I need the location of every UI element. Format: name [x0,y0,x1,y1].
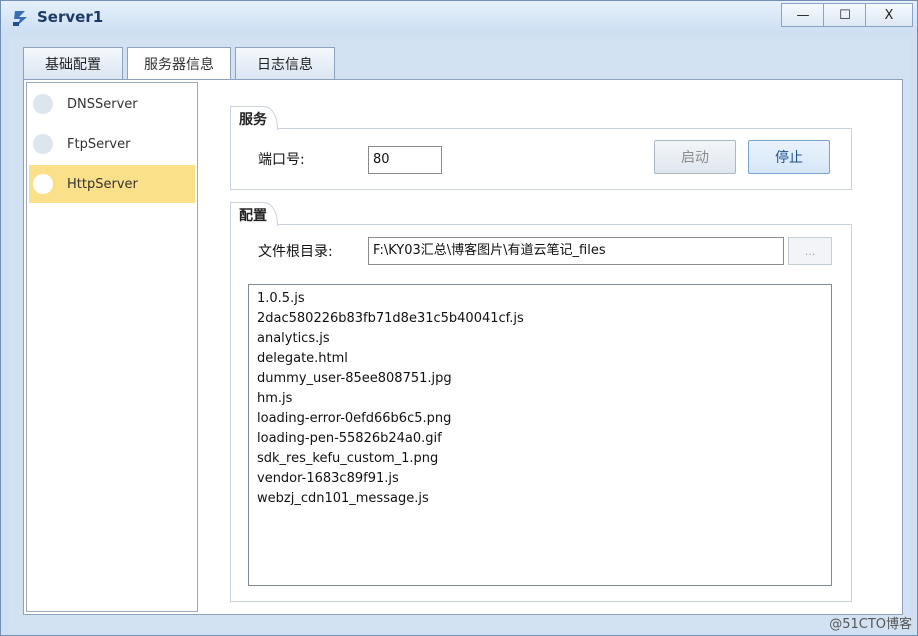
file-list-item[interactable]: hm.js [257,389,823,409]
file-list-item[interactable]: webzj_cdn101_message.js [257,489,823,509]
status-dot-icon [33,94,53,114]
maximize-button[interactable]: ☐ [823,3,867,27]
server-item-label: HttpServer [67,176,138,192]
root-dir-input[interactable]: F:\KY03汇总\博客图片\有道云笔记_files [368,237,784,265]
server-info-panel: DNSServer FtpServer HttpServer 服务 端口号: 8… [23,79,903,615]
status-dot-icon [33,134,53,154]
tab-server-info[interactable]: 服务器信息 [127,47,231,80]
stop-button[interactable]: 停止 [748,140,830,174]
browse-button[interactable]: ... [788,237,832,265]
status-dot-icon [33,174,53,194]
server-item-label: FtpServer [67,136,131,152]
port-label: 端口号: [258,152,305,168]
start-button[interactable]: 启动 [654,140,736,174]
server-window: Server1 — ☐ X 基础配置 服务器信息 日志信息 DNSServer … [0,0,918,636]
file-list[interactable]: 1.0.5.js 2dac580226b83fb71d8e31c5b40041cf… [248,284,832,586]
file-list-item[interactable]: sdk_res_kefu_custom_1.png [257,449,823,469]
root-dir-label: 文件根目录: [258,244,333,260]
window-title: Server1 [37,8,104,26]
close-button[interactable]: X [865,3,913,27]
file-list-item[interactable]: 2dac580226b83fb71d8e31c5b40041cf.js [257,309,823,329]
watermark: @51CTO博客 [829,617,912,632]
service-group-title: 服务 [230,106,278,130]
config-group-title: 配置 [230,202,278,226]
server-item-dns[interactable]: DNSServer [29,85,195,123]
tab-basic-config[interactable]: 基础配置 [23,47,123,79]
file-list-item[interactable]: loading-error-0efd66b6c5.png [257,409,823,429]
tab-log-info[interactable]: 日志信息 [235,47,335,79]
server-list: DNSServer FtpServer HttpServer [26,82,198,612]
server-app-icon [13,11,27,26]
server-item-ftp[interactable]: FtpServer [29,125,195,163]
file-list-item[interactable]: dummy_user-85ee808751.jpg [257,369,823,389]
title-bar[interactable]: Server1 — ☐ X [1,1,917,33]
file-list-item[interactable]: 1.0.5.js [257,289,823,309]
file-list-item[interactable]: delegate.html [257,349,823,369]
minimize-button[interactable]: — [781,3,825,27]
server-item-label: DNSServer [67,96,138,112]
port-input[interactable]: 80 [368,146,442,174]
file-list-item[interactable]: loading-pen-55826b24a0.gif [257,429,823,449]
file-list-item[interactable]: vendor-1683c89f91.js [257,469,823,489]
server-item-http[interactable]: HttpServer [29,165,195,203]
file-list-item[interactable]: analytics.js [257,329,823,349]
client-area: 基础配置 服务器信息 日志信息 DNSServer FtpServer Http… [9,37,909,631]
